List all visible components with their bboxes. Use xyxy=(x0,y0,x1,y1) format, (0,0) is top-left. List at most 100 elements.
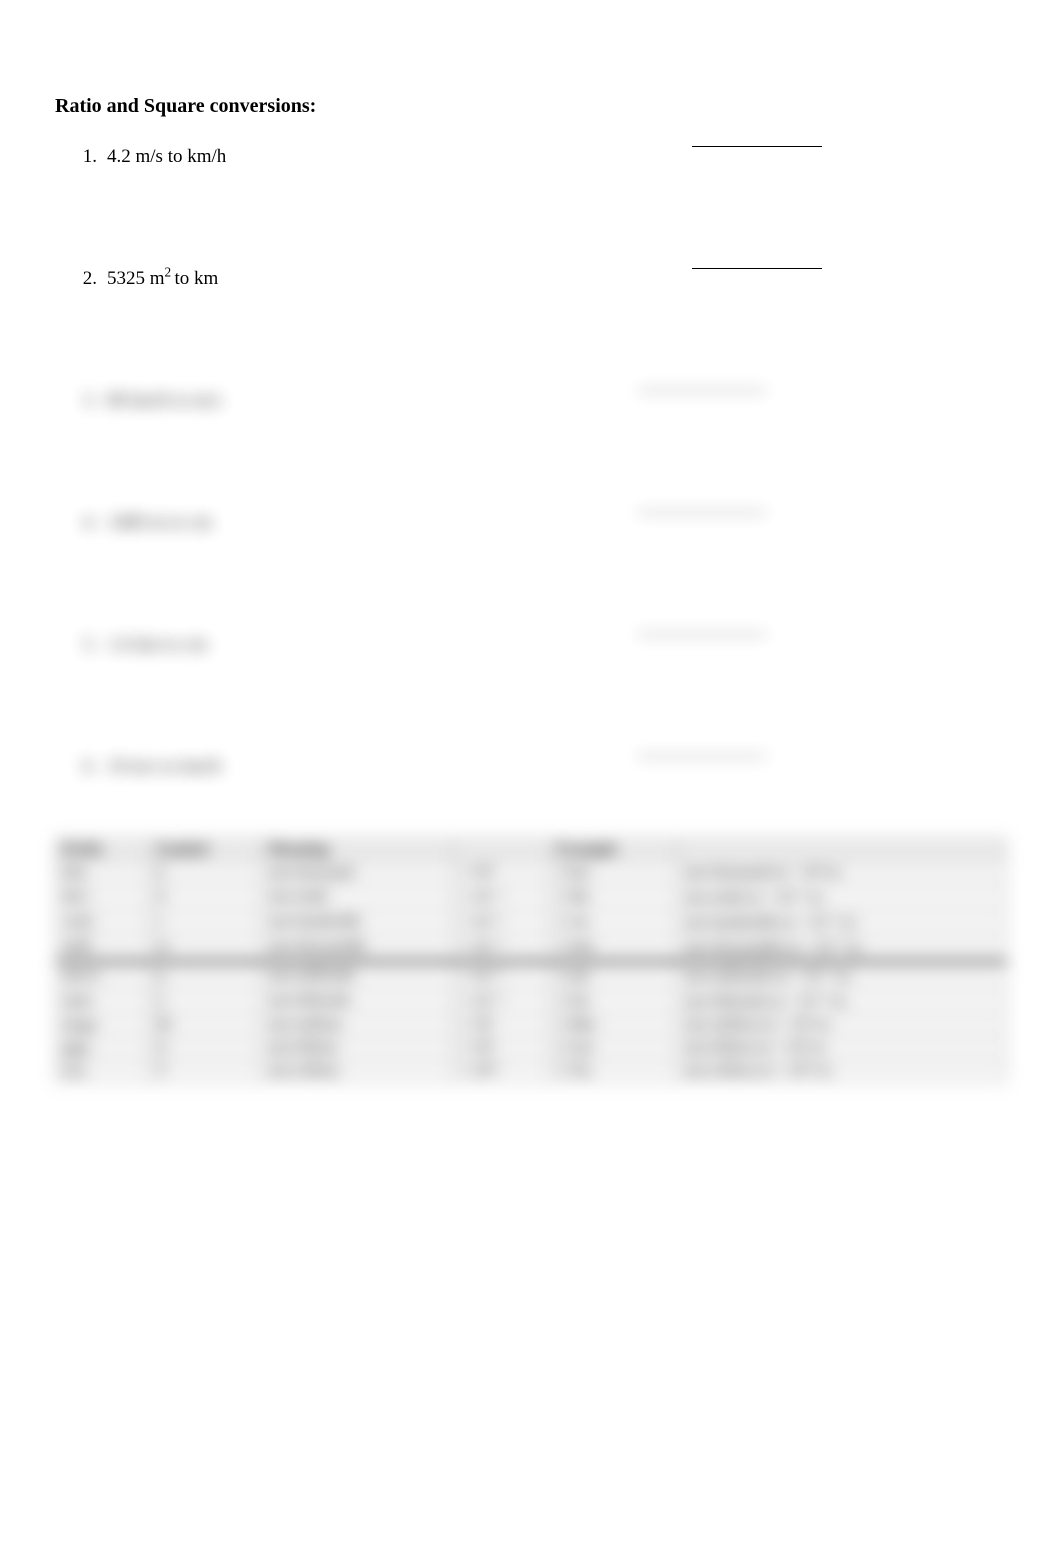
table-row: millimone thousandth× 10⁻³1 mmone thousa… xyxy=(56,935,1007,960)
table-cell: deci xyxy=(56,885,150,910)
table-cell: 1 cm xyxy=(550,910,677,935)
table-cell: one thousand m = 10³ m xyxy=(678,862,1007,885)
table-cell: × 10⁻¹ xyxy=(453,885,550,910)
question-number: 3. xyxy=(79,390,107,412)
table-cell: one hundredth xyxy=(262,910,453,935)
table-cell: kilo xyxy=(56,862,150,885)
table-cell: × 10⁹ xyxy=(453,1037,550,1060)
table-cell: one million m = 10⁶ m xyxy=(678,1014,1007,1037)
question-text: 4.2 m/s to km/h xyxy=(107,146,1007,168)
question-text-pre: 1.6 km to cm xyxy=(107,634,207,655)
table-header xyxy=(678,839,1007,862)
table-cell: × 10¹² xyxy=(453,1060,550,1083)
question-number: 6. xyxy=(79,756,107,778)
question-number: 1. xyxy=(79,146,107,168)
question-item-blurred: 3. 80 km/h to m/s xyxy=(79,390,1007,412)
table-cell: nano xyxy=(56,989,150,1014)
table-cell: 1 Gm xyxy=(550,1037,677,1060)
table-row: microμone millionth× 10⁻⁶1 μmone million… xyxy=(56,964,1007,989)
table-row: megaMone million× 10⁶1 Mmone million m =… xyxy=(56,1014,1007,1037)
question-text: 1400 m to cm xyxy=(107,512,1007,534)
table-cell: × 10³ xyxy=(453,862,550,885)
table-cell: 1 dm xyxy=(550,885,677,910)
table-cell: centi xyxy=(56,910,150,935)
answer-blank xyxy=(637,512,767,513)
table-cell: 1 Mm xyxy=(550,1014,677,1037)
question-text-sup: 2 xyxy=(165,265,175,280)
table-cell: k xyxy=(150,862,262,885)
table-row: gigaGone billion× 10⁹1 Gmone billion m =… xyxy=(56,1037,1007,1060)
table-cell: 1 nm xyxy=(550,989,677,1014)
question-text: 80 km/h to m/s xyxy=(107,390,1007,412)
table-header-row: Prefix Symbol Meaning Example xyxy=(56,839,1007,862)
question-number: 5. xyxy=(79,634,107,656)
table-cell: × 10⁻⁹ xyxy=(453,989,550,1014)
table-cell: one billionth xyxy=(262,989,453,1014)
table-cell: one tenth xyxy=(262,885,453,910)
question-number: 4. xyxy=(79,512,107,534)
table-cell: 1 km xyxy=(550,862,677,885)
table-cell: one thousandth m = 10⁻³ m xyxy=(678,935,1007,960)
table-cell: one trillion m = 10¹² m xyxy=(678,1060,1007,1083)
question-list: 1. 4.2 m/s to km/h 2. 5325 m2 to km 3. 8… xyxy=(55,146,1007,778)
question-number: 2. xyxy=(79,268,107,290)
table-cell: 1 μm xyxy=(550,964,677,989)
table-row: nanonone billionth× 10⁻⁹1 nmone billiont… xyxy=(56,989,1007,1014)
table-cell: 1 Tm xyxy=(550,1060,677,1083)
answer-blank[interactable] xyxy=(692,146,822,147)
question-text-pre: 19 m/s to km/h xyxy=(107,756,222,777)
question-text-pre: 80 km/h to m/s xyxy=(107,390,222,411)
table-header: Meaning xyxy=(262,839,453,862)
section-heading: Ratio and Square conversions: xyxy=(55,95,1007,118)
answer-blank[interactable] xyxy=(692,268,822,269)
table-cell: one million xyxy=(262,1014,453,1037)
prefix-table: Prefix Symbol Meaning Example kilokone t… xyxy=(55,838,1007,1083)
table-cell: one billion m = 10⁹ m xyxy=(678,1037,1007,1060)
question-item: 1. 4.2 m/s to km/h xyxy=(79,146,1007,168)
table-row: decidone tenth× 10⁻¹1 dmone tenth m = 10… xyxy=(56,885,1007,910)
table-header xyxy=(453,839,550,862)
table-cell: tera xyxy=(56,1060,150,1083)
table-cell: 1 mm xyxy=(550,935,677,960)
table-cell: × 10⁶ xyxy=(453,1014,550,1037)
prefix-table-container: Prefix Symbol Meaning Example kilokone t… xyxy=(55,838,1007,1083)
question-text-pre: 4.2 m/s to km/h xyxy=(107,146,226,167)
table-cell: one trillion xyxy=(262,1060,453,1083)
table-cell: one millionth xyxy=(262,964,453,989)
table-cell: × 10⁻⁶ xyxy=(453,964,550,989)
table-row: teraTone trillion× 10¹²1 Tmone trillion … xyxy=(56,1060,1007,1083)
table-cell: one tenth m = 10⁻¹ m xyxy=(678,885,1007,910)
answer-blank xyxy=(637,756,767,757)
table-cell: giga xyxy=(56,1037,150,1060)
table-cell: × 10⁻³ xyxy=(453,935,550,960)
question-item-blurred: 6. 19 m/s to km/h xyxy=(79,756,1007,778)
table-cell: one billionth m = 10⁻⁹ m xyxy=(678,989,1007,1014)
answer-blank xyxy=(637,634,767,635)
table-header: Prefix xyxy=(56,839,150,862)
table-cell: n xyxy=(150,989,262,1014)
table-header: Example xyxy=(550,839,677,862)
question-text: 19 m/s to km/h xyxy=(107,756,1007,778)
table-cell: one thousandth xyxy=(262,935,453,960)
question-text: 5325 m2 to km xyxy=(107,268,1007,290)
table-cell: micro xyxy=(56,964,150,989)
table-cell: × 10⁻² xyxy=(453,910,550,935)
table-header: Symbol xyxy=(150,839,262,862)
question-item: 2. 5325 m2 to km xyxy=(79,268,1007,290)
question-text-pre: 1400 m to cm xyxy=(107,512,212,533)
question-item-blurred: 4. 1400 m to cm xyxy=(79,512,1007,534)
table-cell: one millionth m = 10⁻⁶ m xyxy=(678,964,1007,989)
table-cell: μ xyxy=(150,964,262,989)
table-cell: mega xyxy=(56,1014,150,1037)
table-row: kilokone thousand× 10³1 kmone thousand m… xyxy=(56,862,1007,885)
table-cell: milli xyxy=(56,935,150,960)
table-cell: c xyxy=(150,910,262,935)
question-text-pre: 5325 m xyxy=(107,268,165,289)
table-cell: one billion xyxy=(262,1037,453,1060)
table-cell: m xyxy=(150,935,262,960)
table-cell: one hundredth m = 10⁻² m xyxy=(678,910,1007,935)
table-cell: G xyxy=(150,1037,262,1060)
table-cell: M xyxy=(150,1014,262,1037)
question-text-post: to km xyxy=(175,268,219,289)
table-row: centicone hundredth× 10⁻²1 cmone hundred… xyxy=(56,910,1007,935)
